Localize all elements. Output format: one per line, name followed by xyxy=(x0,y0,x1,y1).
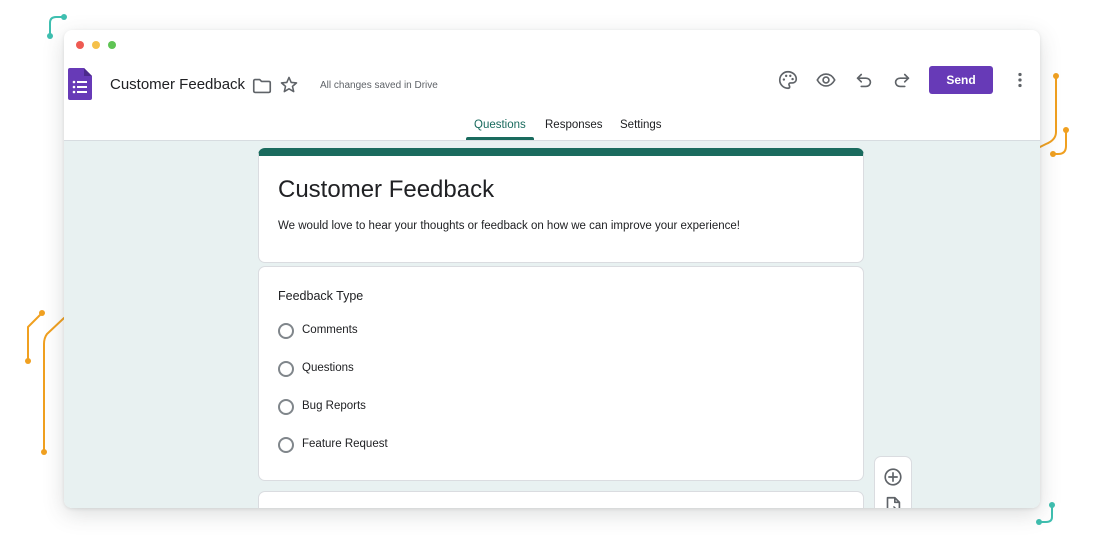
form-canvas: Customer Feedback We would love to hear … xyxy=(64,141,1040,508)
option-label: Questions xyxy=(302,362,354,374)
side-toolbar xyxy=(874,456,912,508)
eye-icon[interactable] xyxy=(815,69,837,91)
app-window: Customer Feedback All changes saved in D… xyxy=(64,30,1040,508)
question-card[interactable]: Feedback Type Comments Questions Bug Rep… xyxy=(258,266,864,481)
import-questions-icon[interactable] xyxy=(882,495,904,508)
forms-logo-icon[interactable] xyxy=(68,68,92,100)
option-label: Feature Request xyxy=(302,438,388,450)
option-label: Comments xyxy=(302,324,358,336)
add-circle-icon[interactable] xyxy=(882,466,904,488)
palette-icon[interactable] xyxy=(777,69,799,91)
tab-questions[interactable]: Questions xyxy=(474,119,526,131)
tab-responses[interactable]: Responses xyxy=(545,119,603,131)
more-vert-icon[interactable] xyxy=(1009,69,1031,91)
window-minimize-dot[interactable] xyxy=(92,41,100,49)
radio-button[interactable] xyxy=(278,437,294,453)
undo-icon[interactable] xyxy=(853,69,875,91)
form-description[interactable]: We would love to hear your thoughts or f… xyxy=(278,220,740,232)
option-label: Bug Reports xyxy=(302,400,366,412)
form-title[interactable]: Customer Feedback xyxy=(278,176,494,204)
form-title-card[interactable]: Customer Feedback We would love to hear … xyxy=(258,148,864,263)
document-title[interactable]: Customer Feedback xyxy=(110,76,245,93)
radio-button[interactable] xyxy=(278,361,294,377)
send-button[interactable]: Send xyxy=(929,66,993,94)
redo-icon[interactable] xyxy=(891,69,913,91)
window-close-dot[interactable] xyxy=(76,41,84,49)
star-icon[interactable] xyxy=(278,74,300,96)
window-maximize-dot[interactable] xyxy=(108,41,116,49)
tab-bar: Questions Responses Settings xyxy=(64,110,1040,140)
save-status: All changes saved in Drive xyxy=(320,80,438,91)
next-question-card[interactable] xyxy=(258,491,864,508)
radio-button[interactable] xyxy=(278,323,294,339)
tab-settings[interactable]: Settings xyxy=(620,119,662,131)
radio-button[interactable] xyxy=(278,399,294,415)
question-title[interactable]: Feedback Type xyxy=(278,289,363,303)
folder-icon[interactable] xyxy=(251,75,273,97)
